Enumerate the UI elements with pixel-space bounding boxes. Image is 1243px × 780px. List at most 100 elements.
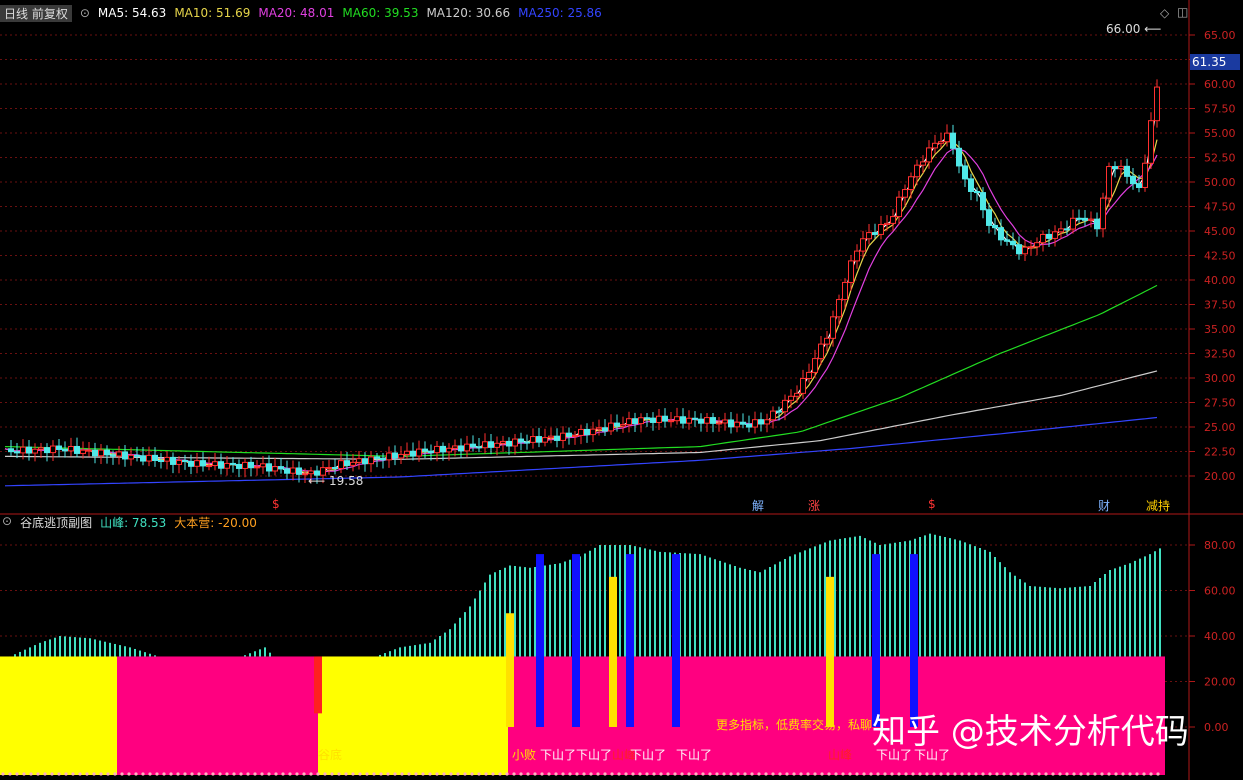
ma-legend-item: MA20: 48.01 [258, 6, 335, 20]
event-marker[interactable]: 涨 [808, 497, 820, 514]
bottom-dot [113, 772, 117, 776]
bottom-dot [484, 772, 488, 776]
bottom-dot [1002, 772, 1006, 776]
candle-body [560, 432, 566, 441]
sub-dropdown-icon[interactable]: ⊙ [2, 514, 12, 531]
bottom-dot [680, 772, 684, 776]
bottom-dot [92, 772, 96, 776]
candle-body [476, 446, 482, 449]
bottom-dot [407, 772, 411, 776]
event-marker[interactable]: 财 [1098, 497, 1110, 514]
period-tab[interactable]: 日线 前复权 [0, 4, 72, 22]
candle-body [812, 358, 818, 373]
candle-body [626, 418, 632, 426]
dropdown-icon[interactable]: ⊙ [80, 6, 90, 20]
event-marker[interactable]: $ [928, 497, 936, 511]
bottom-dot [29, 772, 33, 776]
settings-icon[interactable]: ◇ [1160, 6, 1169, 20]
bottom-dot [610, 772, 614, 776]
bottom-dot [267, 772, 271, 776]
bottom-dot [456, 772, 460, 776]
candle-body [344, 460, 350, 466]
bottom-dot [750, 772, 754, 776]
bottom-dot [904, 772, 908, 776]
bottom-dot [372, 772, 376, 776]
bottom-dot [1037, 772, 1041, 776]
bottom-dot [43, 772, 47, 776]
axis-tick-label: 65.00 [1204, 29, 1236, 42]
candle-body [1106, 166, 1112, 199]
bottom-dot [148, 772, 152, 776]
candle-body [362, 458, 368, 465]
bottom-dot [505, 772, 509, 776]
candle-body [770, 410, 776, 421]
bottom-dot [232, 772, 236, 776]
bottom-dot [883, 772, 887, 776]
bottom-dot [1058, 772, 1062, 776]
candle-body [566, 432, 572, 437]
bottom-dot [673, 772, 677, 776]
current-price-badge: 61.35 [1190, 54, 1240, 70]
bottom-dot [792, 772, 796, 776]
candle-body [170, 456, 176, 465]
candle-body [290, 467, 296, 474]
axis-tick-label: 32.50 [1204, 348, 1236, 361]
candle-body [200, 460, 206, 467]
bottom-dot [778, 772, 782, 776]
axis-tick-label: 45.00 [1204, 225, 1236, 238]
candle-body [962, 165, 968, 180]
candle-body [386, 452, 392, 461]
bottom-dot [295, 772, 299, 776]
candle-body [992, 224, 998, 229]
candle-body [1154, 86, 1160, 122]
candle-body [356, 458, 362, 463]
bottom-dot [631, 772, 635, 776]
bottom-dot [302, 772, 306, 776]
candle-body [86, 449, 92, 452]
candle-body [428, 450, 434, 454]
bottom-dot [246, 772, 250, 776]
candle-body [1028, 246, 1034, 249]
candle-body [938, 141, 944, 144]
event-marker[interactable]: 解 [752, 497, 764, 514]
candle-body [908, 176, 914, 191]
bottom-dot [85, 772, 89, 776]
signal-down-3: 下山了 [630, 748, 667, 762]
candle-body [80, 449, 86, 454]
signal-down-4: 下山了 [676, 748, 713, 762]
bottom-dot [757, 772, 761, 776]
candle-body [1112, 166, 1118, 170]
candle-body [656, 415, 662, 423]
sub-title[interactable]: 谷底逃顶副图 [20, 514, 92, 531]
candle-body [794, 392, 800, 397]
candle-body [776, 410, 782, 413]
candle-body [548, 435, 554, 439]
bottom-dot [400, 772, 404, 776]
signal-bar [672, 554, 680, 727]
bottom-dot [141, 772, 145, 776]
signal-mountain-2: 山峰 [828, 748, 853, 762]
bottom-dot [337, 772, 341, 776]
panel-toggle-icon[interactable]: ◫ [1177, 5, 1188, 19]
zone-block [0, 656, 117, 775]
event-marker[interactable]: $ [272, 497, 280, 511]
candle-body [968, 178, 974, 192]
sub-axis-label: 40.00 [1204, 630, 1236, 643]
candle-body [890, 216, 896, 224]
bottom-dot [687, 772, 691, 776]
signal-bar [506, 613, 514, 727]
candle-body [254, 466, 260, 469]
axis-tick-label: 20.00 [1204, 470, 1236, 483]
bottom-dot [435, 772, 439, 776]
axis-tick-label: 27.50 [1204, 397, 1236, 410]
event-marker[interactable]: 减持 [1146, 497, 1170, 514]
bottom-dot [1016, 772, 1020, 776]
candle-body [1136, 183, 1142, 188]
candle-body [740, 421, 746, 425]
bottom-dot [1072, 772, 1076, 776]
bottom-dot [869, 772, 873, 776]
axis-tick-label: 52.50 [1204, 152, 1236, 165]
bottom-dot [932, 772, 936, 776]
bottom-dot [1044, 772, 1048, 776]
bottom-dot [15, 772, 19, 776]
